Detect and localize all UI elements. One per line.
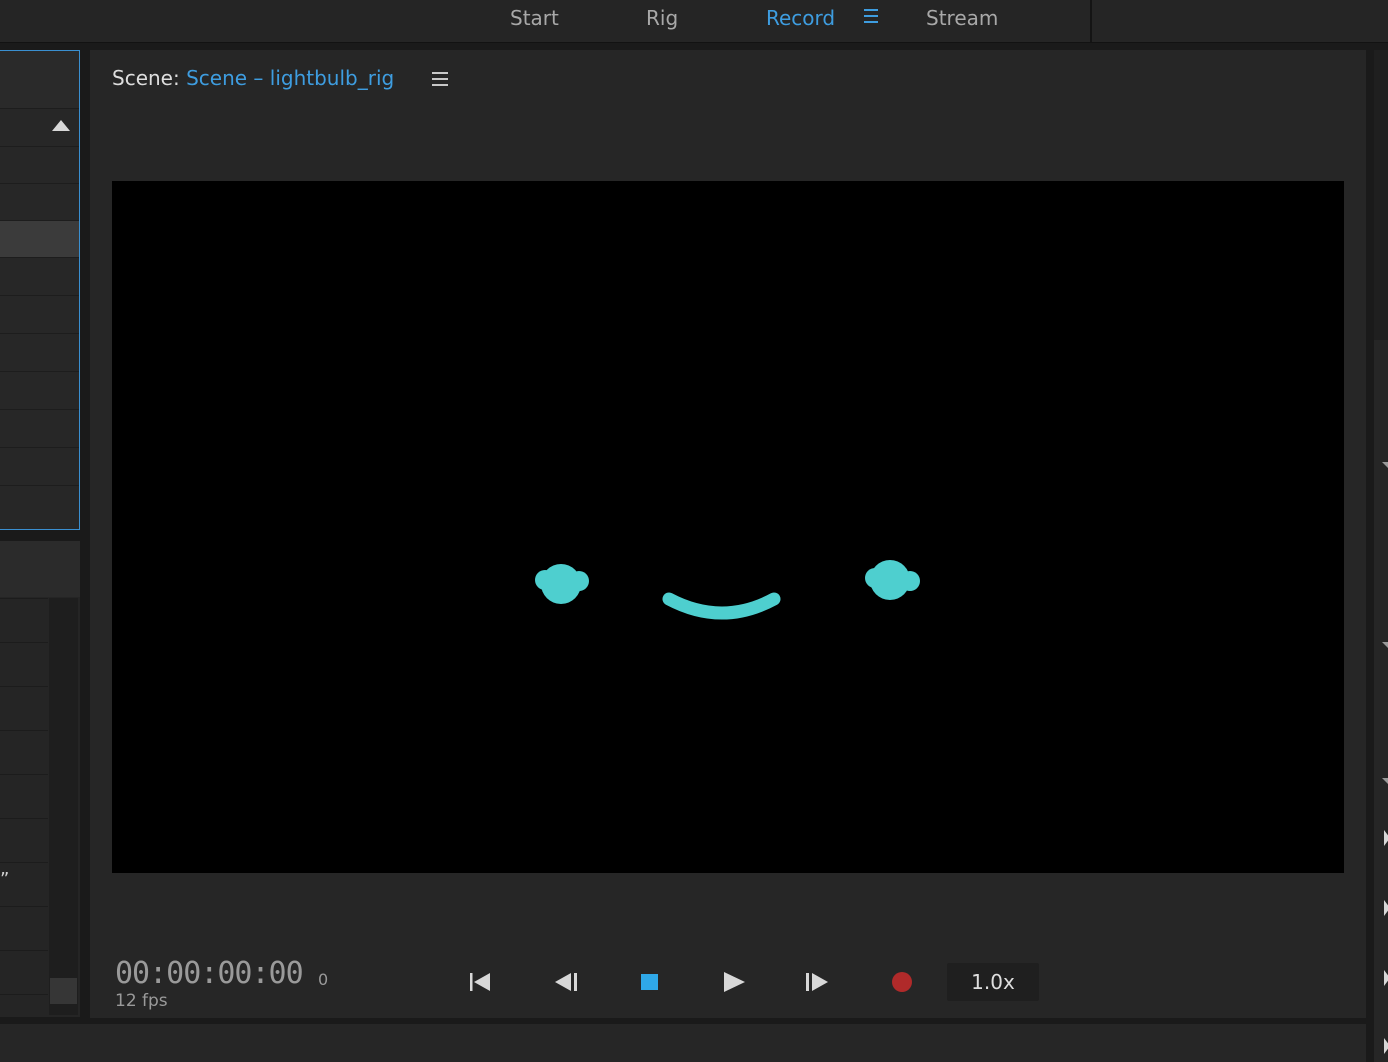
- list-item[interactable]: [0, 774, 48, 819]
- list-item[interactable]: [0, 333, 79, 372]
- truncated-quote-text: ”: [0, 869, 10, 890]
- fps-label: 12 fps: [115, 991, 168, 1011]
- disclosure-triangle-icon[interactable]: [1384, 830, 1388, 846]
- list-item[interactable]: [0, 447, 79, 486]
- list-item[interactable]: [0, 906, 48, 951]
- list-item[interactable]: [0, 686, 48, 731]
- list-item[interactable]: [0, 818, 48, 863]
- list-item[interactable]: [0, 371, 79, 410]
- tab-start[interactable]: Start: [510, 6, 559, 30]
- step-back-icon: [555, 973, 577, 991]
- disclosure-triangle-icon[interactable]: [1384, 900, 1388, 916]
- puppet-face: [535, 560, 920, 620]
- collapse-triangle-icon[interactable]: [52, 120, 70, 131]
- right-panel-section: [1374, 350, 1388, 1062]
- workspace-menu-icon[interactable]: [864, 9, 878, 23]
- scrollbar-track[interactable]: [49, 598, 78, 1015]
- scene-panel: Scene: Scene – lightbulb_rig 00:00:00:00…: [90, 50, 1366, 1018]
- list-item[interactable]: [0, 994, 48, 1015]
- disclosure-triangle-icon[interactable]: [1384, 1038, 1388, 1054]
- step-back-button[interactable]: [547, 962, 587, 1002]
- play-icon: [724, 972, 745, 992]
- left-properties-panel: ”: [0, 541, 80, 1017]
- list-item[interactable]: [0, 146, 79, 184]
- list-item[interactable]: [0, 485, 79, 530]
- disclosure-triangle-icon[interactable]: [1384, 970, 1388, 986]
- workspace-bar: Start Rig Record Stream: [0, 0, 1388, 43]
- list-item[interactable]: [0, 950, 48, 995]
- left-eye: [535, 564, 589, 604]
- left-panel-header: [0, 51, 79, 109]
- go-to-start-button[interactable]: [460, 962, 500, 1002]
- tab-stream[interactable]: Stream: [926, 6, 998, 30]
- left-lower-header: [0, 541, 80, 597]
- tab-record[interactable]: Record: [766, 6, 835, 30]
- list-item[interactable]: [0, 183, 79, 221]
- scene-stage[interactable]: [112, 181, 1344, 873]
- play-button[interactable]: [714, 962, 754, 1002]
- scene-menu-icon[interactable]: [432, 72, 448, 88]
- scrollbar-thumb[interactable]: [50, 978, 77, 1004]
- stop-button[interactable]: [630, 962, 670, 1002]
- timecode: 00:00:00:00: [115, 956, 304, 991]
- expand-arrow-icon[interactable]: [1382, 462, 1388, 468]
- right-properties-panel: [1374, 50, 1388, 1062]
- workspace-bar-divider: [1090, 0, 1092, 42]
- step-forward-icon: [806, 973, 828, 991]
- list-item[interactable]: [0, 730, 48, 775]
- list-item[interactable]: [0, 257, 79, 296]
- right-eye: [865, 560, 920, 600]
- list-item[interactable]: [0, 409, 79, 448]
- list-item-selected[interactable]: [0, 220, 79, 258]
- right-panel-section: [1374, 50, 1388, 340]
- scene-title: Scene: Scene – lightbulb_rig: [112, 66, 394, 90]
- expand-arrow-icon[interactable]: [1382, 778, 1388, 784]
- timeline-strip: [0, 1024, 1366, 1062]
- mouth: [662, 592, 781, 620]
- record-button[interactable]: [882, 962, 922, 1002]
- expand-arrow-icon[interactable]: [1382, 642, 1388, 648]
- scene-label: Scene:: [112, 66, 180, 90]
- tab-rig[interactable]: Rig: [646, 6, 678, 30]
- left-puppet-panel: [0, 50, 80, 530]
- scene-name-dropdown[interactable]: Scene – lightbulb_rig: [186, 66, 394, 90]
- stop-icon: [641, 974, 658, 990]
- step-forward-button[interactable]: [797, 962, 837, 1002]
- go-to-start-icon: [470, 973, 490, 991]
- frame-number: 0: [318, 970, 329, 989]
- record-icon: [892, 972, 912, 992]
- list-item[interactable]: [0, 598, 48, 643]
- list-item[interactable]: [0, 295, 79, 334]
- playback-speed-button[interactable]: 1.0x: [947, 963, 1039, 1001]
- list-item[interactable]: [0, 642, 48, 687]
